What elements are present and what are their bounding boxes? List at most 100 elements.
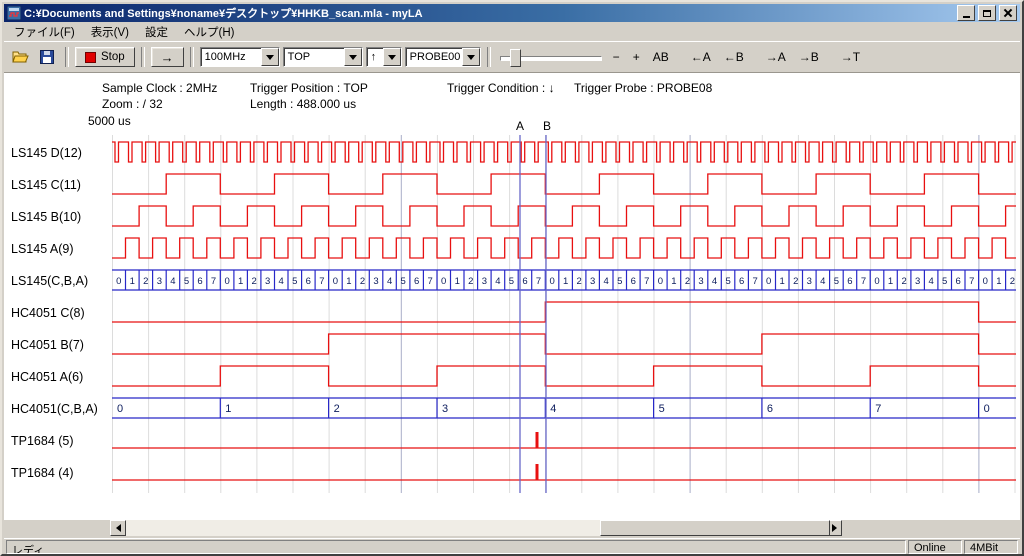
svg-text:7: 7 (536, 276, 541, 287)
svg-text:7: 7 (319, 276, 324, 287)
svg-text:3: 3 (373, 276, 378, 287)
toolbar-separator (487, 47, 491, 67)
dropdown-arrow-icon[interactable] (383, 48, 401, 66)
svg-text:6: 6 (197, 276, 202, 287)
channel-label[interactable]: LS145 A(9) (11, 233, 111, 265)
menu-view[interactable]: 表示(V) (83, 22, 137, 42)
svg-text:3: 3 (442, 403, 448, 415)
zoom-slider-thumb[interactable] (510, 49, 521, 67)
scrollbar-thumb[interactable] (600, 520, 830, 536)
svg-text:0: 0 (874, 276, 879, 287)
toolbar-separator (141, 47, 145, 67)
svg-text:0: 0 (333, 276, 338, 287)
svg-text:0: 0 (984, 403, 990, 415)
toolbar: Stop → 100MHz TOP ↑ PROBE00 − + AB ←A (4, 41, 1020, 73)
svg-text:0: 0 (116, 276, 121, 287)
svg-text:4: 4 (387, 276, 392, 287)
ab-button[interactable]: AB (648, 48, 674, 66)
set-cursor-a-button[interactable]: →A (761, 48, 791, 66)
svg-text:5: 5 (659, 403, 665, 415)
zoom-slider[interactable] (497, 46, 605, 68)
menu-help[interactable]: ヘルプ(H) (176, 22, 242, 42)
window-title: C:¥Documents and Settings¥noname¥デスクトップ¥… (24, 5, 954, 21)
svg-text:0: 0 (658, 276, 663, 287)
svg-text:1: 1 (780, 276, 785, 287)
channel-label[interactable]: HC4051 A(6) (11, 361, 111, 393)
horizontal-scrollbar[interactable] (110, 520, 842, 536)
trigger-condition-info: Trigger Condition : ↓ (447, 81, 555, 95)
svg-text:5: 5 (292, 276, 297, 287)
svg-text:2: 2 (360, 276, 365, 287)
svg-text:1: 1 (238, 276, 243, 287)
goto-cursor-b-button[interactable]: ←B (719, 48, 749, 66)
dropdown-arrow-icon[interactable] (344, 48, 362, 66)
svg-text:7: 7 (752, 276, 757, 287)
channel-label[interactable]: LS145 C(11) (11, 169, 111, 201)
svg-text:7: 7 (644, 276, 649, 287)
zoom-in-button[interactable]: + (628, 48, 645, 66)
cursor-b-label[interactable]: B (543, 119, 551, 133)
goto-cursor-a-button[interactable]: ←A (686, 48, 716, 66)
channel-label[interactable]: HC4051 B(7) (11, 329, 111, 361)
svg-text:6: 6 (767, 403, 773, 415)
svg-text:3: 3 (915, 276, 920, 287)
svg-text:7: 7 (861, 276, 866, 287)
channel-label[interactable]: LS145 B(10) (11, 201, 111, 233)
svg-text:1: 1 (996, 276, 1001, 287)
sample-clock-select[interactable]: 100MHz (200, 47, 280, 67)
menu-settings[interactable]: 設定 (137, 22, 176, 42)
channel-label[interactable]: TP1684 (5) (11, 425, 111, 457)
maximize-icon[interactable] (978, 5, 996, 21)
run-button[interactable]: → (151, 47, 184, 67)
dropdown-arrow-icon[interactable] (462, 48, 480, 66)
folder-open-icon[interactable] (8, 46, 32, 68)
trigger-edge-select[interactable]: ↑ (366, 47, 402, 67)
trigger-probe-select[interactable]: PROBE00 (405, 47, 481, 67)
stop-button-label: Stop (101, 51, 125, 63)
svg-text:1: 1 (563, 276, 568, 287)
svg-text:4: 4 (170, 276, 175, 287)
svg-text:6: 6 (956, 276, 961, 287)
channel-label[interactable]: LS145 D(12) (11, 137, 111, 169)
svg-text:1: 1 (888, 276, 893, 287)
svg-text:0: 0 (441, 276, 446, 287)
goto-trigger-button[interactable]: →T (836, 48, 865, 66)
svg-text:7: 7 (969, 276, 974, 287)
stop-button[interactable]: Stop (75, 47, 135, 67)
svg-text:5: 5 (509, 276, 514, 287)
channel-label[interactable]: HC4051(C,B,A) (11, 393, 111, 425)
scrollbar-track[interactable] (126, 520, 826, 536)
zoom-info: Zoom : / 32 (102, 97, 163, 111)
svg-text:1: 1 (346, 276, 351, 287)
waveform-plot[interactable]: 0123456701234567012345670123456701234567… (112, 135, 1016, 493)
svg-text:6: 6 (414, 276, 419, 287)
floppy-save-icon[interactable] (35, 46, 59, 68)
trigger-edge-value: ↑ (367, 48, 383, 66)
svg-text:6: 6 (847, 276, 852, 287)
channel-label[interactable]: HC4051 C(8) (11, 297, 111, 329)
trigger-position-select[interactable]: TOP (283, 47, 363, 67)
dropdown-arrow-icon[interactable] (261, 48, 279, 66)
svg-text:1: 1 (671, 276, 676, 287)
svg-text:6: 6 (739, 276, 744, 287)
svg-text:1: 1 (225, 403, 231, 415)
svg-text:5: 5 (942, 276, 947, 287)
svg-text:4: 4 (820, 276, 825, 287)
svg-text:0: 0 (224, 276, 229, 287)
svg-text:3: 3 (157, 276, 162, 287)
close-icon[interactable] (999, 5, 1017, 21)
minimize-icon[interactable] (957, 5, 975, 21)
toolbar-separator (190, 47, 194, 67)
svg-text:3: 3 (590, 276, 595, 287)
cursor-a-label[interactable]: A (516, 119, 524, 133)
zoom-out-button[interactable]: − (608, 48, 625, 66)
set-cursor-b-button[interactable]: →B (794, 48, 824, 66)
svg-text:1: 1 (455, 276, 460, 287)
time-scale-label: 5000 us (88, 114, 131, 128)
channel-label[interactable]: TP1684 (4) (11, 457, 111, 489)
app-icon (7, 6, 21, 20)
scroll-left-arrow-icon[interactable] (110, 520, 126, 536)
menu-file[interactable]: ファイル(F) (6, 22, 83, 42)
svg-text:5: 5 (184, 276, 189, 287)
channel-label[interactable]: LS145(C,B,A) (11, 265, 111, 297)
